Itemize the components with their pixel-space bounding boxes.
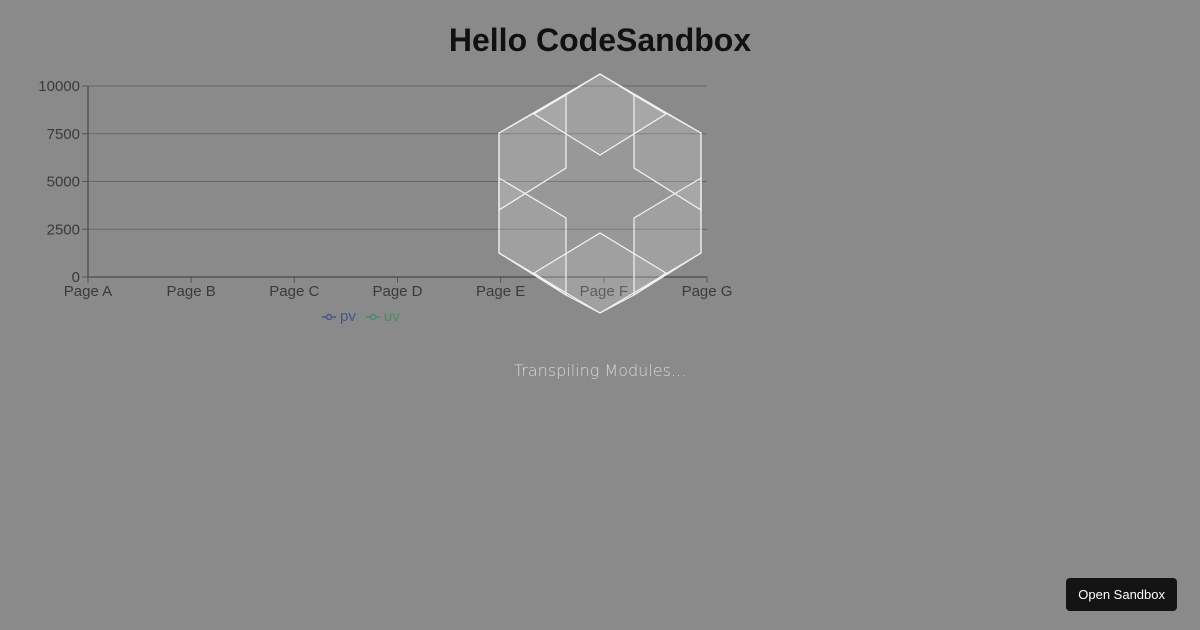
codesandbox-loader-icon [498,73,702,314]
open-sandbox-button[interactable]: Open Sandbox [1066,578,1177,611]
loading-status: Transpiling Modules... [513,361,687,380]
